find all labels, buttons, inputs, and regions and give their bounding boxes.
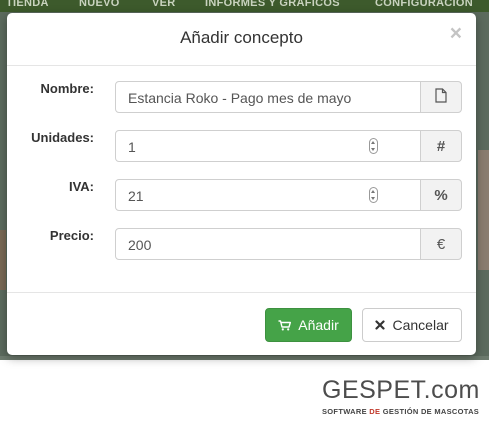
add-concept-modal: Añadir concepto × Nombre: Estancia Roko … (7, 13, 476, 355)
unidades-spinner[interactable] (369, 138, 378, 154)
cancel-button[interactable]: Cancelar (362, 308, 462, 342)
modal-header: Añadir concepto × (7, 13, 476, 66)
add-button-label: Añadir (298, 317, 339, 333)
form-row-iva: IVA: 21 % (7, 179, 476, 213)
precio-input[interactable]: 200 (115, 228, 421, 260)
nav-item-nuevo[interactable]: NUEVO (79, 0, 120, 9)
document-icon (435, 87, 447, 107)
iva-label: IVA: (68, 179, 94, 194)
cart-icon (278, 319, 292, 331)
top-navigation: TIENDA NUEVO VER INFORMES Y GRÁFICOS CON… (0, 0, 489, 12)
gespet-logo: GESPET.com (322, 376, 480, 404)
nav-item-ver[interactable]: VER (152, 0, 176, 9)
iva-value: 21 (128, 188, 144, 204)
form-row-precio: Precio: 200 € (7, 228, 476, 262)
form-row-unidades: Unidades: 1 # (7, 130, 476, 164)
background-panel-right (478, 150, 489, 270)
form-row-nombre: Nombre: Estancia Roko - Pago mes de mayo (7, 81, 476, 115)
iva-spinner[interactable] (369, 187, 378, 203)
modal-title: Añadir concepto (180, 28, 303, 47)
cancel-button-label: Cancelar (392, 317, 449, 333)
close-icon (375, 320, 386, 330)
unidades-addon: # (420, 130, 462, 162)
iva-input[interactable]: 21 (115, 179, 421, 211)
unidades-label: Unidades: (31, 130, 94, 145)
precio-label: Precio: (49, 228, 94, 243)
iva-addon: % (420, 179, 462, 211)
nombre-input[interactable]: Estancia Roko - Pago mes de mayo (115, 81, 421, 113)
unidades-value: 1 (128, 139, 136, 155)
logo-tagline: SOFTWARE DE GESTIÓN DE MASCOTAS (322, 407, 480, 416)
add-button[interactable]: Añadir (265, 308, 352, 342)
nombre-value: Estancia Roko - Pago mes de mayo (128, 90, 352, 106)
modal-footer: Añadir Cancelar (7, 292, 476, 356)
nombre-label: Nombre: (40, 81, 94, 96)
background-panel-left (0, 230, 6, 290)
nombre-addon (420, 81, 462, 113)
nav-item-configuracion[interactable]: CONFIGURACIÓN (375, 0, 473, 9)
precio-value: 200 (128, 237, 152, 253)
close-button[interactable]: × (450, 23, 462, 44)
background-footer (0, 356, 489, 360)
nav-item-tienda[interactable]: TIENDA (6, 0, 49, 9)
precio-addon: € (420, 228, 462, 260)
nav-item-informes[interactable]: INFORMES Y GRÁFICOS (205, 0, 340, 9)
unidades-input[interactable]: 1 (115, 130, 421, 162)
